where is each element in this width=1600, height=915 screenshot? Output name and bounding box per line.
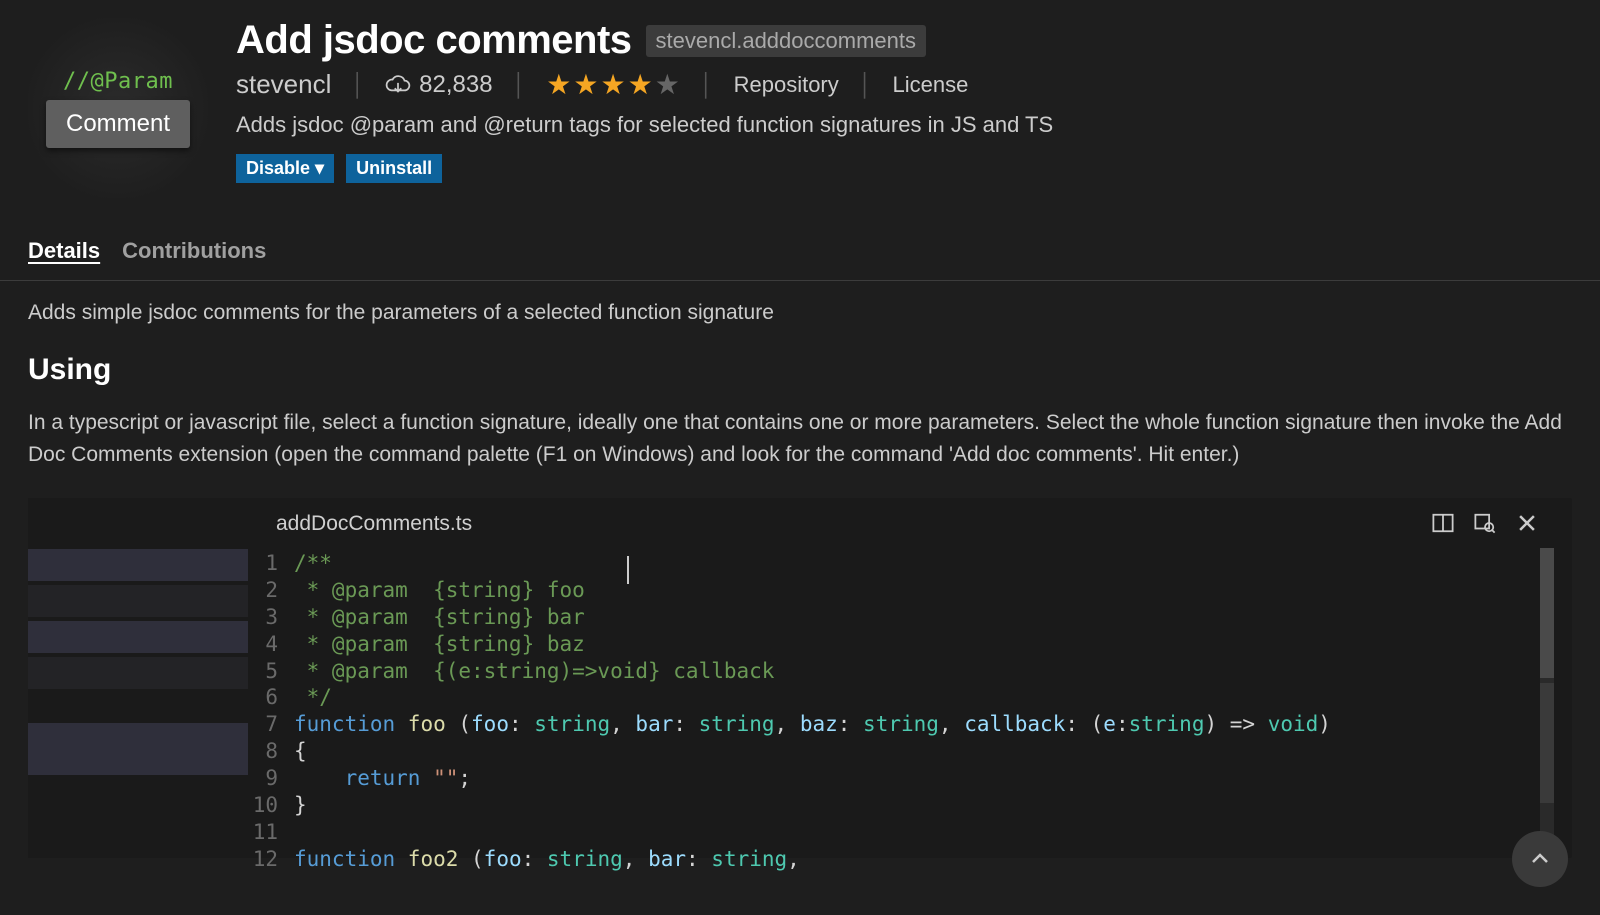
- uninstall-button[interactable]: Uninstall: [346, 154, 442, 183]
- extension-identifier: stevencl.adddoccomments: [646, 25, 926, 57]
- star-rating[interactable]: ★ ★ ★ ★ ★: [546, 71, 680, 99]
- file-tab[interactable]: addDocComments.ts: [248, 498, 1572, 550]
- icon-param-text: //@Param: [63, 69, 173, 94]
- tab-contributions[interactable]: Contributions: [122, 238, 266, 272]
- extension-header: //@Param Comment Add jsdoc comments stev…: [0, 0, 1600, 208]
- code-line: 11: [248, 819, 1562, 846]
- star-icon: ★: [655, 71, 680, 99]
- star-icon: ★: [628, 71, 653, 99]
- star-icon: ★: [601, 71, 626, 99]
- code-line: 6 */: [248, 684, 1562, 711]
- scroll-to-top-button[interactable]: [1512, 831, 1568, 887]
- star-icon: ★: [573, 71, 598, 99]
- publisher-name[interactable]: stevencl: [236, 69, 331, 100]
- find-icon[interactable]: [1474, 512, 1496, 534]
- chevron-up-icon: [1528, 847, 1552, 871]
- tab-bar: Details Contributions: [0, 208, 1600, 281]
- icon-comment-text: Comment: [46, 100, 190, 148]
- repository-link[interactable]: Repository: [734, 72, 839, 98]
- extension-title: Add jsdoc comments: [236, 18, 632, 63]
- editor-scrollbar-thumb[interactable]: [1540, 683, 1554, 803]
- extension-info: Add jsdoc comments stevencl.adddoccommen…: [208, 18, 1572, 198]
- code-line: 4 * @param {string} baz: [248, 631, 1562, 658]
- license-link[interactable]: License: [893, 72, 969, 98]
- intro-text: Adds simple jsdoc comments for the param…: [28, 301, 1572, 325]
- split-editor-icon[interactable]: [1432, 512, 1454, 534]
- code-line: 8{: [248, 738, 1562, 765]
- code-line: 9 return "";: [248, 765, 1562, 792]
- using-heading: Using: [28, 353, 1572, 387]
- tab-details[interactable]: Details: [28, 238, 100, 272]
- disable-button[interactable]: Disable ▾: [236, 154, 334, 183]
- editor-scrollbar-thumb[interactable]: [1540, 548, 1554, 678]
- code-line: 10}: [248, 792, 1562, 819]
- code-line: 7function foo (foo: string, bar: string,…: [248, 711, 1562, 738]
- using-paragraph: In a typescript or javascript file, sele…: [28, 407, 1568, 470]
- extension-icon: //@Param Comment: [28, 18, 208, 198]
- text-cursor-icon: [627, 556, 629, 584]
- cloud-download-icon: [385, 74, 411, 96]
- code-line: 5 * @param {(e:string)=>void} callback: [248, 658, 1562, 685]
- install-count: 82,838: [385, 71, 492, 99]
- code-editor-pane: addDocComments.ts 1/**2 * @param {string…: [248, 498, 1572, 858]
- code-block: 1/**2 * @param {string} foo3 * @param {s…: [248, 550, 1572, 873]
- code-line: 2 * @param {string} foo: [248, 577, 1562, 604]
- code-line: 1/**: [248, 550, 1562, 577]
- star-icon: ★: [546, 71, 571, 99]
- close-icon[interactable]: [1516, 512, 1538, 534]
- code-line: 3 * @param {string} bar: [248, 604, 1562, 631]
- code-line: 12function foo2 (foo: string, bar: strin…: [248, 846, 1562, 873]
- extension-description: Adds jsdoc @param and @return tags for s…: [236, 112, 1572, 138]
- code-screenshot: addDocComments.ts 1/**2 * @param {string…: [28, 498, 1572, 858]
- details-body: Adds simple jsdoc comments for the param…: [0, 281, 1600, 878]
- minimap-panel: [28, 498, 248, 858]
